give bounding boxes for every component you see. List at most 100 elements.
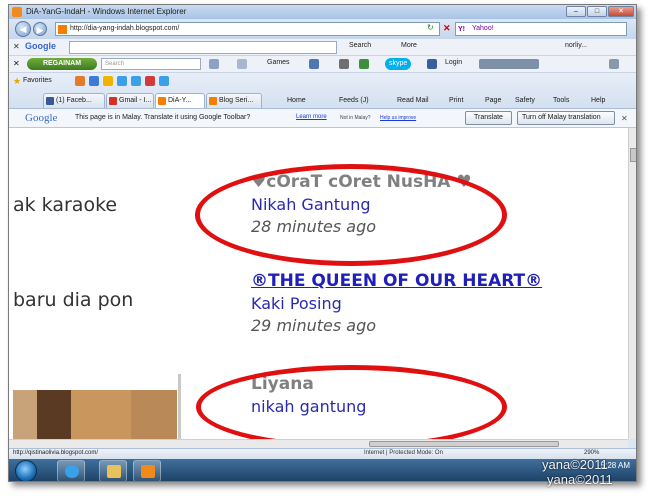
internet-explorer-taskbar-button[interactable] [57, 460, 85, 481]
left-column-text: baru dia pon [13, 289, 134, 311]
google-search-button[interactable]: Search [349, 42, 371, 49]
skype-button[interactable]: skype [385, 58, 412, 70]
back-button[interactable]: ◀ [15, 21, 31, 37]
maximize-button[interactable]: □ [587, 6, 607, 17]
favorites-bar: ★ Favorites (1) Faceb... Gmail - I... Di… [9, 73, 636, 109]
favorite-site-icon[interactable] [117, 76, 127, 86]
favorites-button[interactable]: Favorites [23, 77, 52, 84]
tab-facebook[interactable]: (1) Faceb... [43, 93, 105, 108]
status-url: http://qistinaolivia.blogspot.com/ [13, 450, 99, 456]
url-input[interactable]: http://dia-yang-indah.blogspot.com/ [55, 22, 440, 36]
zoom-level[interactable]: 290% [584, 450, 599, 456]
google-more-button[interactable]: More [401, 42, 417, 49]
file-explorer-taskbar-button[interactable] [99, 460, 127, 481]
safety-menu[interactable]: Safety [515, 97, 535, 104]
tab-label: Gmail - I... [119, 97, 152, 104]
tools-menu[interactable]: Tools [553, 97, 569, 104]
security-zone: Internet | Protected Mode: On [364, 450, 443, 456]
print-button[interactable]: Print [449, 97, 463, 104]
page-menu[interactable]: Page [485, 97, 501, 104]
learn-more-link[interactable]: Learn more [296, 114, 327, 120]
close-button[interactable]: ✕ [608, 6, 634, 17]
google-logo: Google [25, 112, 58, 124]
google-toolbar-logo: Google [25, 41, 56, 51]
feeds-button[interactable]: Feeds (J) [339, 97, 369, 104]
forward-button[interactable]: ▶ [33, 22, 47, 36]
addon-toolbar-close-icon[interactable]: ✕ [13, 59, 20, 68]
tab-label: (1) Faceb... [56, 97, 92, 104]
tab-label: Blog Seri... [219, 97, 254, 104]
post-time-ago: 29 minutes ago [251, 316, 377, 335]
read-mail-button[interactable]: Read Mail [397, 97, 429, 104]
mail-icon[interactable] [359, 59, 369, 69]
login-button[interactable]: Login [445, 59, 462, 66]
translate-bar: Google This page is in Malay. Translate … [9, 109, 636, 128]
google-user-menu[interactable]: norliy... [565, 42, 587, 49]
blogger-icon [12, 7, 22, 17]
search-provider-label: Yahoo! [472, 25, 494, 32]
translate-close-icon[interactable]: ✕ [621, 114, 628, 123]
blog-list-item: ®THE QUEEN OF OUR HEART® Kaki Posing 29 … [251, 271, 542, 335]
turn-off-translation-button[interactable]: Turn off Malay translation [517, 111, 615, 125]
media-player-taskbar-button[interactable] [133, 460, 161, 481]
yahoo-search-input[interactable]: Y! Yahoo! [455, 22, 627, 36]
blogger-icon [158, 97, 166, 105]
help-improve-link[interactable]: Help us improve [380, 115, 416, 121]
browser-window: DiA-YanG-IndaH - Windows Internet Explor… [8, 4, 637, 482]
annotation-circle [195, 164, 507, 266]
favorite-site-icon[interactable] [159, 76, 169, 86]
wrench-icon[interactable] [609, 59, 619, 69]
addon-toolbar: ✕ REGAINAM Search Games skype Login [9, 56, 636, 73]
tab-gmail[interactable]: Gmail - I... [106, 93, 154, 108]
yahoo-icon: Y! [458, 26, 465, 33]
favorite-site-icon[interactable] [89, 76, 99, 86]
translate-message: This page is in Malay. Translate it usin… [75, 114, 251, 121]
help-menu[interactable]: Help [591, 97, 605, 104]
vertical-scrollbar[interactable] [628, 128, 636, 439]
play-icon[interactable] [209, 59, 219, 69]
games-button[interactable]: Games [267, 59, 290, 66]
gear-icon[interactable] [339, 59, 349, 69]
page-content: ak karaoke baru dia pon ♥cOraT cOret Nus… [9, 128, 628, 448]
left-column-text: ak karaoke [13, 194, 118, 216]
tab-blog-seri[interactable]: Blog Seri... [206, 93, 262, 108]
title-bar: DiA-YanG-IndaH - Windows Internet Explor… [9, 5, 636, 19]
screenshot-frame: DiA-YanG-IndaH - Windows Internet Explor… [0, 0, 654, 500]
refresh-icon[interactable]: ↻ [427, 23, 434, 32]
watermark: yana©2011 [542, 457, 608, 472]
tab-dia-yang-indah[interactable]: DiA-Y... [155, 93, 205, 108]
radio-icon[interactable] [237, 59, 247, 69]
minimize-button[interactable]: – [566, 6, 586, 17]
folder-icon [107, 465, 121, 478]
translate-button[interactable]: Translate [465, 111, 512, 125]
favorite-site-icon[interactable] [131, 76, 141, 86]
home-button[interactable]: Home [287, 97, 306, 104]
post-photo [9, 374, 181, 448]
blogger-favicon-icon [58, 25, 67, 34]
post-title-link[interactable]: Kaki Posing [251, 294, 542, 313]
tab-label: DiA-Y... [168, 97, 192, 104]
scrollbar-thumb[interactable] [369, 441, 559, 447]
google-search-input[interactable] [69, 41, 337, 54]
facebook-icon[interactable] [427, 59, 437, 69]
addon-brand-logo: REGAINAM [27, 58, 97, 70]
horizontal-scrollbar[interactable] [9, 439, 628, 448]
counter-widget[interactable] [479, 59, 539, 69]
stop-icon[interactable]: ✕ [443, 23, 451, 34]
addon-search-input[interactable]: Search [101, 58, 201, 70]
favorites-star-icon[interactable]: ★ [13, 76, 21, 87]
gmail-icon [109, 97, 117, 105]
ie-icon [65, 465, 79, 478]
favorite-site-icon[interactable] [145, 76, 155, 86]
favorite-site-icon[interactable] [75, 76, 85, 86]
favorite-site-icon[interactable] [103, 76, 113, 86]
scrollbar-thumb[interactable] [630, 148, 636, 162]
blogger-icon [209, 97, 217, 105]
watermark: yana©2011 [547, 472, 613, 487]
grid-icon[interactable] [309, 59, 319, 69]
url-text: http://dia-yang-indah.blogspot.com/ [70, 25, 180, 32]
address-bar: ◀ ▶ http://dia-yang-indah.blogspot.com/ … [9, 19, 636, 39]
blog-name-link[interactable]: ®THE QUEEN OF OUR HEART® [251, 271, 542, 291]
toolbar-close-icon[interactable]: ✕ [13, 42, 20, 51]
windows-start-button[interactable] [15, 460, 37, 481]
